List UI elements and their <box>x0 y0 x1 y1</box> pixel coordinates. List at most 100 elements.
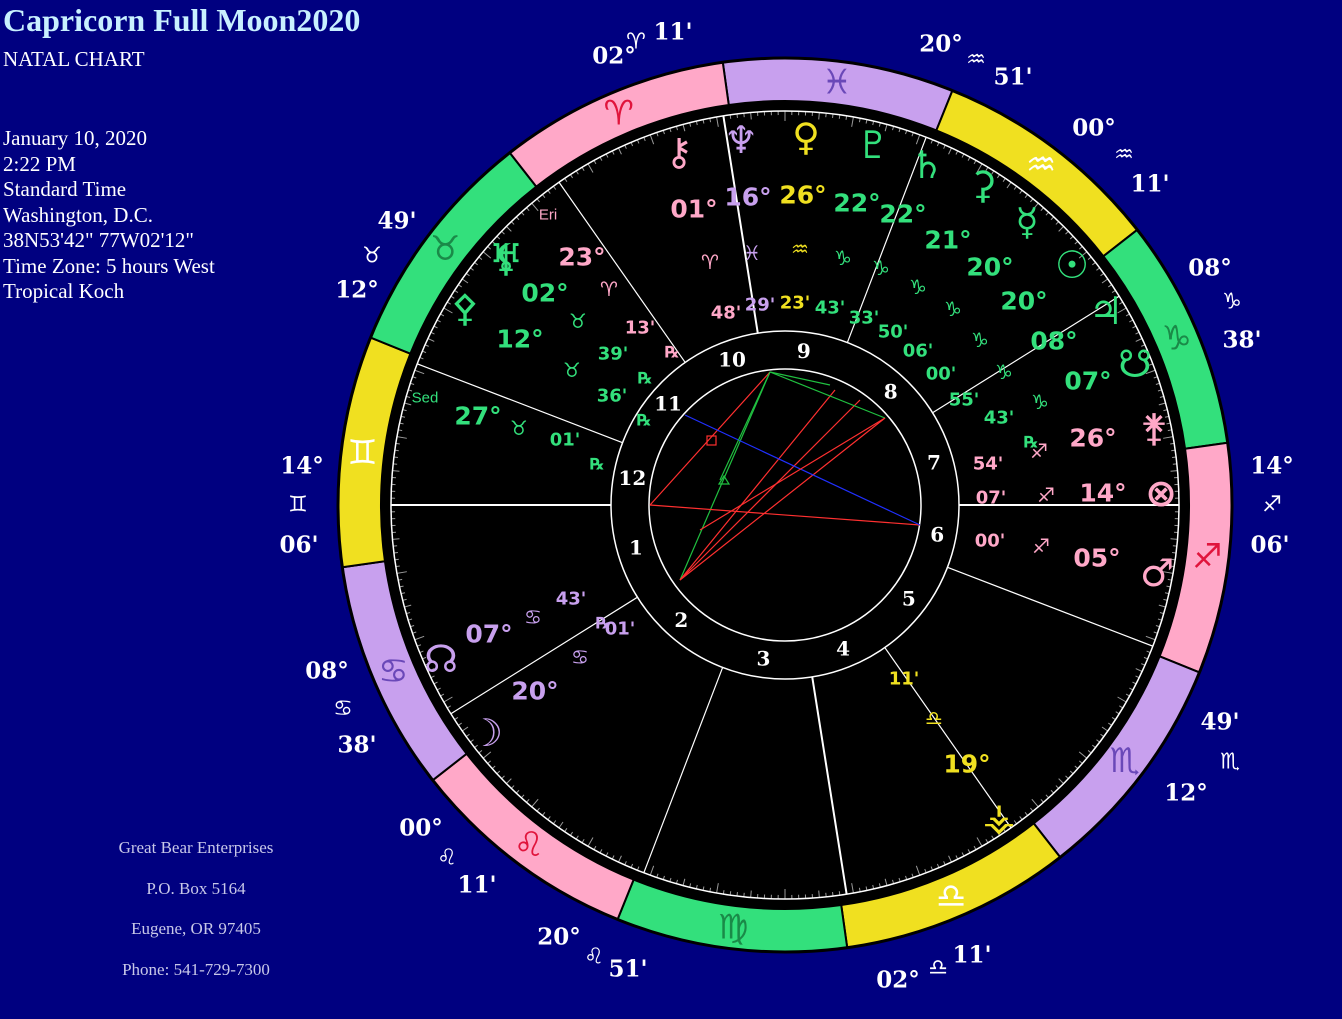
planet-chiron-minutes: 48' <box>711 303 742 324</box>
planet-uranus-degree: 02° <box>521 279 568 308</box>
planet-uranus-sign-icon: ♉ <box>569 309 587 333</box>
aspect-core <box>648 368 922 642</box>
house-number-11: 11 <box>654 391 682 415</box>
planet-pluto-sign-icon: ♑ <box>834 246 852 270</box>
planet-moon-sign-icon: ♋ <box>571 645 589 669</box>
cusp-label-sign-icon: ♊ <box>288 493 308 518</box>
planet-eris-retrograde-icon: ℞ <box>665 343 679 362</box>
planet-eris-degree: 23° <box>558 243 605 272</box>
planet-sun-degree: 20° <box>1000 287 1047 316</box>
cusp-label-sign-icon: ♌ <box>584 945 604 970</box>
zodiac-glyph-capricorn: ♑ <box>1161 319 1191 359</box>
planet-pluto-icon: ♇ <box>856 123 890 167</box>
planet-mars-minutes: 00' <box>975 531 1006 552</box>
planet-sun-minutes: 00' <box>926 364 957 385</box>
cusp-label-minutes: 11' <box>653 19 692 46</box>
planet-moon-degree: 20° <box>511 677 558 706</box>
planet-venus-sign-icon: ♒ <box>791 237 809 261</box>
zodiac-glyph-gemini: ♊ <box>347 433 377 473</box>
planet-jupiter-minutes: 55' <box>949 390 980 411</box>
planet-jupiter-icon: ♃ <box>1089 289 1123 333</box>
natal-wheel: ♓♒♑♐♏♎♍♌♋♊♉♈123 45678910111202°♈ 11' 20°♒51… <box>279 19 1294 994</box>
planet-juno-minutes: 54' <box>973 454 1004 475</box>
planet-mercury-degree: 20° <box>966 253 1013 282</box>
planet-north-node-sign-icon: ♋ <box>524 605 542 629</box>
zodiac-glyph-virgo: ♍ <box>718 907 748 947</box>
planet-part-of-fortune-minutes: 07' <box>976 488 1007 509</box>
planet-vesta-minutes: 11' <box>889 669 920 690</box>
planet-neptune-degree: 16° <box>724 183 771 212</box>
planet-south-node-icon: ☋ <box>1118 342 1152 386</box>
cusp-label-minutes: 51' <box>993 64 1032 91</box>
planet-mars-sign-icon: ♐ <box>1032 534 1050 558</box>
zodiac-glyph-pisces: ♓ <box>822 63 852 103</box>
planet-north-node-retrograde-icon: ℞ <box>596 614 610 633</box>
cusp-label-degree: 20° <box>537 924 581 951</box>
cusp-label-sign-icon: ♑ <box>1222 290 1242 315</box>
planet-part-of-fortune-sign-icon: ♐ <box>1037 483 1055 507</box>
zodiac-glyph-aquarius: ♒ <box>1026 145 1056 185</box>
cusp-label-sign-icon: ♏ <box>1220 750 1240 775</box>
planet-neptune-icon: ♆ <box>724 118 758 162</box>
planet-pallas-minutes: 01' <box>550 430 581 451</box>
planet-ceres-sign-icon: ♑ <box>909 275 927 299</box>
planet-saturn-icon: ♄ <box>910 143 944 187</box>
planet-saturn-degree: 22° <box>879 200 926 229</box>
planet-uranus-icon: ♅ <box>489 236 523 280</box>
planet-lilith-minutes: 36' <box>597 386 628 407</box>
planet-sun-sign-icon: ♑ <box>971 328 989 352</box>
planet-eris-sign-icon: ♈ <box>600 277 618 301</box>
zodiac-glyph-cancer: ♋ <box>378 651 408 691</box>
planet-saturn-sign-icon: ♑ <box>872 256 890 280</box>
planet-mercury-icon: ☿ <box>1015 200 1038 244</box>
planet-part-of-fortune-icon: ⊗ <box>1145 471 1177 515</box>
cusp-label-minutes: 12° <box>1164 780 1208 807</box>
planet-part-of-fortune-degree: 14° <box>1079 479 1126 508</box>
planet-pluto-minutes: 43' <box>815 298 846 319</box>
cusp-label-sign-icon: ♎ <box>928 956 948 981</box>
house-number-4: 4 <box>836 637 850 661</box>
planet-south-node-degree: 07° <box>1064 367 1111 396</box>
planet-north-node-degree: 07° <box>465 620 512 649</box>
zodiac-glyph-leo: ♌ <box>514 825 544 865</box>
zodiac-glyph-scorpio: ♏ <box>1110 741 1140 781</box>
degree-tick <box>392 470 400 472</box>
planet-lilith-degree: 12° <box>496 325 543 354</box>
zodiac-glyph-sagittarius: ♐ <box>1192 537 1222 577</box>
house-number-3: 3 <box>756 646 770 670</box>
planet-juno-degree: 26° <box>1069 424 1116 453</box>
cusp-label-degree: 08° <box>1188 255 1232 282</box>
planet-uranus-retrograde-icon: ℞ <box>638 369 652 388</box>
planet-venus-degree: 26° <box>779 181 826 210</box>
house-number-12: 12 <box>618 466 646 490</box>
cusp-label-degree: 20° <box>919 31 963 58</box>
degree-tick <box>750 890 752 898</box>
planet-venus-minutes: 23' <box>780 293 811 314</box>
planet-south-node-minutes: 43' <box>984 408 1015 429</box>
planet-jupiter-sign-icon: ♑ <box>995 360 1013 384</box>
cusp-label-minutes: 11' <box>952 942 991 969</box>
cusp-label-sign-icon: ♒ <box>966 48 986 73</box>
planet-mercury-sign-icon: ♑ <box>944 297 962 321</box>
zodiac-glyph-aries: ♈ <box>604 93 634 133</box>
cusp-label-sign-icon: ♉ <box>362 244 382 269</box>
planet-jupiter-degree: 08° <box>1030 327 1077 356</box>
cusp-label-sign-icon: ♌ <box>437 846 457 871</box>
label-sed: Sed <box>412 390 439 407</box>
planet-lilith-sign-icon: ♉ <box>563 358 581 382</box>
planet-pallas-sign-icon: ♉ <box>510 416 528 440</box>
house-number-1: 1 <box>629 536 643 560</box>
planet-saturn-minutes: 33' <box>849 308 880 329</box>
cusp-label-minutes: 06' <box>1250 532 1289 559</box>
cusp-label-degree: 49' <box>1200 709 1239 736</box>
planet-ceres-minutes: 50' <box>878 322 909 343</box>
cusp-label-minutes: 06' <box>279 532 318 559</box>
planet-north-node-icon: ☊ <box>424 637 458 681</box>
planet-ceres-icon: ⚳ <box>969 163 997 207</box>
planet-chiron-sign-icon: ♈ <box>701 250 719 274</box>
degree-tick <box>392 538 400 540</box>
cusp-label-degree: 14° <box>1250 453 1294 480</box>
house-number-5: 5 <box>902 586 916 610</box>
planet-moon-icon: ☽ <box>469 711 503 755</box>
cusp-label-sign-icon: ♒ <box>1114 143 1134 168</box>
